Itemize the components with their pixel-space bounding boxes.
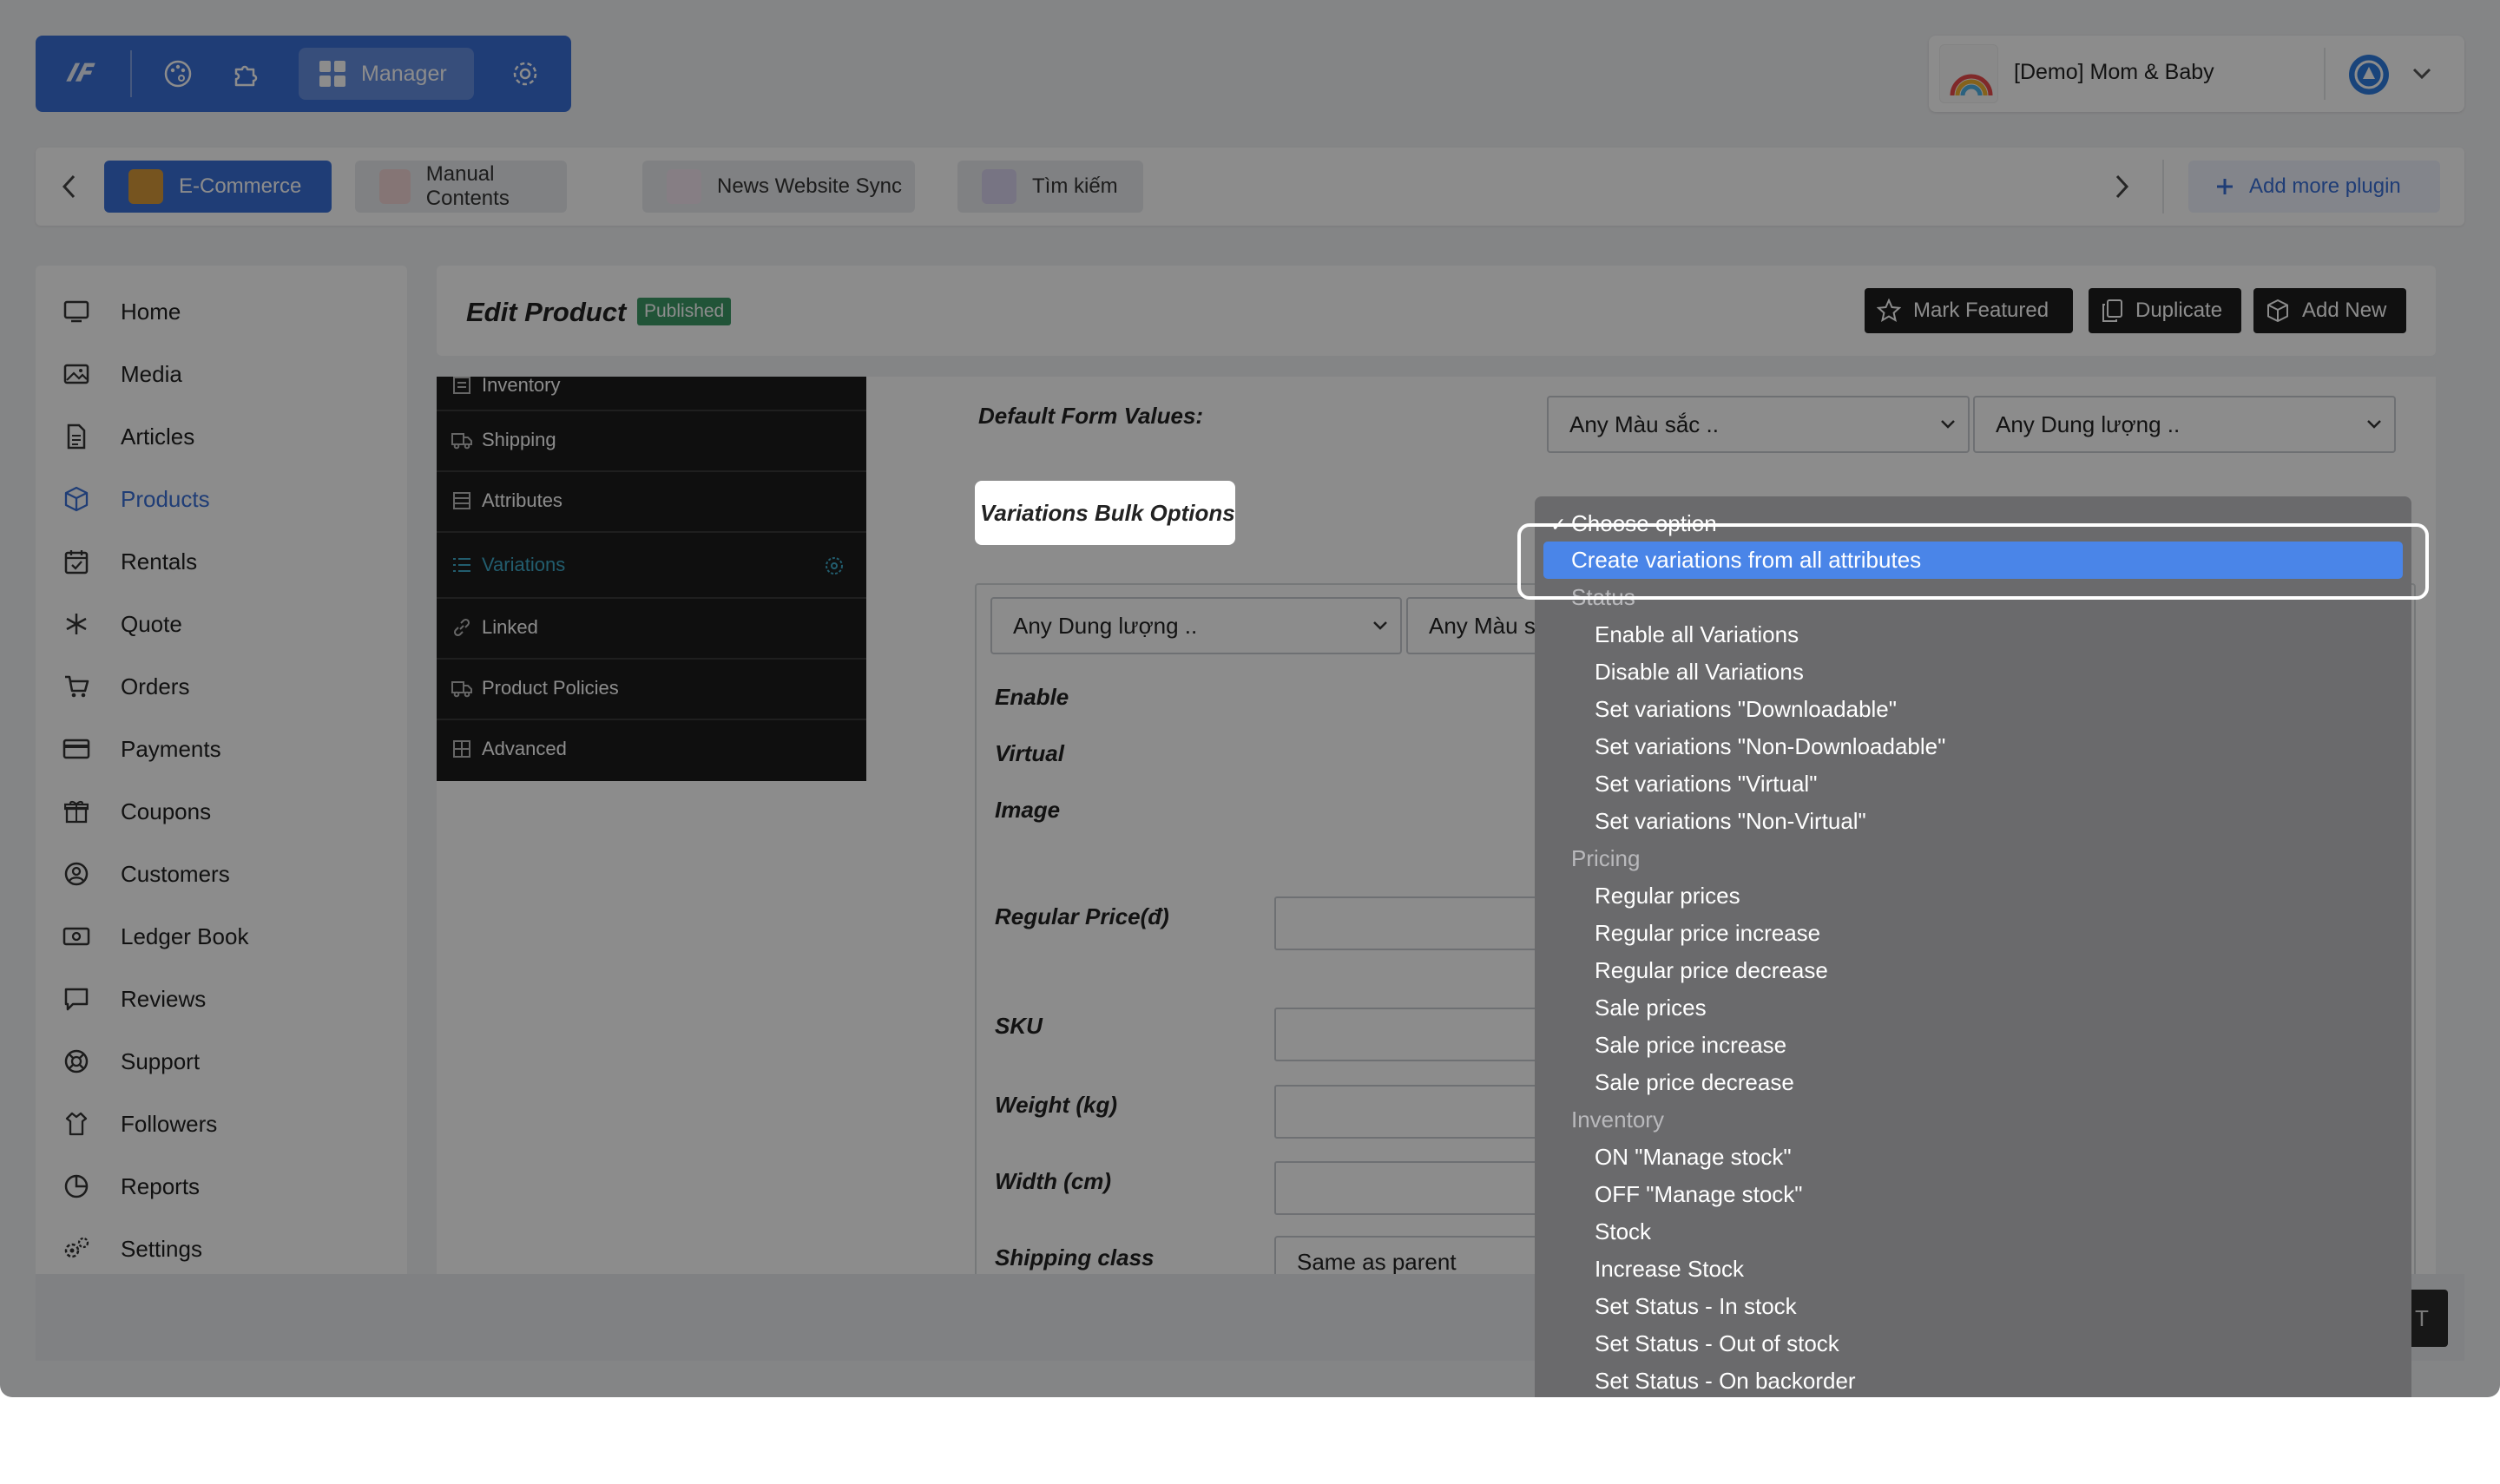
dropdown-option[interactable]: Sale prices [1535, 989, 2411, 1027]
dropdown-option[interactable]: Disable all Variations [1535, 653, 2411, 691]
dropdown-option[interactable]: Regular price increase [1535, 915, 2411, 952]
app-window: Manager [Demo] Mom & Baby E-Commerce Man [0, 0, 2500, 1397]
bulk-options-dropdown[interactable]: ✓ Choose option Create variations from a… [1535, 496, 2411, 1397]
dropdown-option[interactable]: Stock [1535, 1213, 2411, 1251]
dropdown-option[interactable]: Set variations "Downloadable" [1535, 691, 2411, 728]
dropdown-option[interactable]: ON "Manage stock" [1535, 1139, 2411, 1176]
dropdown-option[interactable]: Sale price increase [1535, 1027, 2411, 1064]
dropdown-option[interactable]: Set Status - Out of stock [1535, 1325, 2411, 1363]
variations-bulk-options-box: Variations Bulk Options [975, 481, 1235, 545]
highlight-outline [1517, 523, 2429, 600]
variations-bulk-options-label: Variations Bulk Options [980, 499, 1235, 526]
dropdown-option[interactable]: Set Status - In stock [1535, 1288, 2411, 1325]
dropdown-option[interactable]: Set variations "Virtual" [1535, 765, 2411, 803]
dropdown-option[interactable]: Regular price decrease [1535, 952, 2411, 989]
dropdown-option[interactable]: Set Status - On backorder [1535, 1363, 2411, 1397]
dropdown-option[interactable]: Enable all Variations [1535, 616, 2411, 653]
dropdown-option[interactable]: Set variations "Non-Downloadable" [1535, 728, 2411, 765]
dropdown-option[interactable]: Increase Stock [1535, 1251, 2411, 1288]
dropdown-option[interactable]: Set variations "Non-Virtual" [1535, 803, 2411, 840]
dropdown-group-inventory: Inventory [1571, 1106, 1664, 1133]
dropdown-option[interactable]: Regular prices [1535, 877, 2411, 915]
dropdown-option[interactable]: OFF "Manage stock" [1535, 1176, 2411, 1213]
dropdown-option[interactable]: Sale price decrease [1535, 1064, 2411, 1101]
dropdown-group-pricing: Pricing [1571, 845, 1641, 871]
